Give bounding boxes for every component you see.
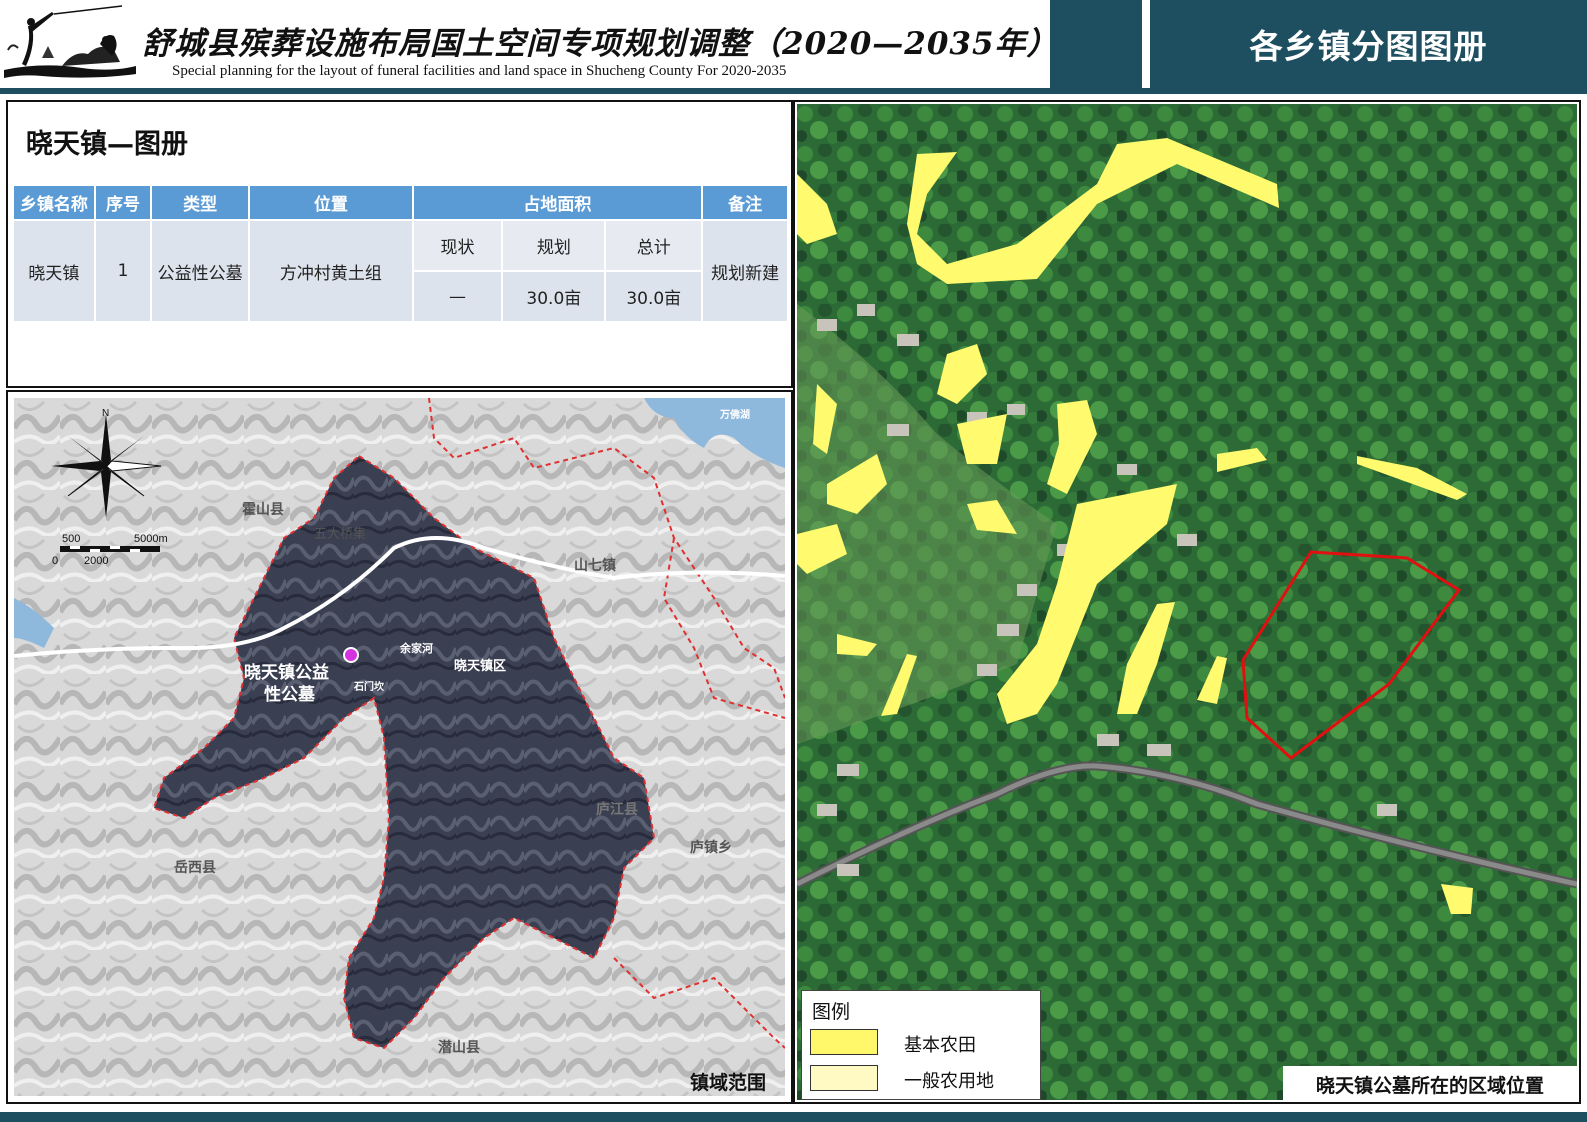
satellite-map-caption: 晓天镇公墓所在的区域位置 bbox=[1283, 1066, 1577, 1102]
header-divider bbox=[0, 88, 1587, 94]
legend-item: 基本农田 bbox=[810, 1027, 1035, 1057]
cemetery-table: 乡镇名称 序号 类型 位置 占地面积 备注 晓天镇 1 公益性公墓 方冲村黄土组… bbox=[12, 184, 789, 323]
label-shimenkan: 石门坎 bbox=[353, 680, 385, 693]
cell-total: 30.0亩 bbox=[606, 272, 702, 321]
label-wuxian: 五大桥集 bbox=[314, 526, 366, 542]
township-map[interactable]: N 500 5000m 0 2000 万佛湖 霍山县 五大桥集 山七镇 余家河 … bbox=[14, 398, 785, 1096]
cell-type: 公益性公墓 bbox=[152, 221, 249, 321]
header-accent-block bbox=[1050, 0, 1142, 88]
legend-swatch-general-farmland bbox=[810, 1065, 878, 1091]
satellite-map[interactable] bbox=[797, 104, 1577, 1100]
svg-text:2000: 2000 bbox=[84, 555, 108, 567]
col-header-note: 备注 bbox=[703, 186, 787, 219]
page-title: 舒城县殡葬设施布局国土空间专项规划调整（2020—2035年） bbox=[142, 26, 1059, 62]
cell-town: 晓天镇 bbox=[14, 221, 94, 321]
header: 舒城县殡葬设施布局国土空间专项规划调整（2020—2035年） Special … bbox=[0, 0, 1587, 94]
cell-note: 规划新建 bbox=[703, 221, 787, 321]
info-panel: 晓天镇—图册 乡镇名称 序号 类型 位置 占地面积 备注 晓天镇 1 公益性公墓… bbox=[6, 100, 793, 388]
cell-planned: 30.0亩 bbox=[503, 272, 605, 321]
map-legend: 图例 基本农田 一般农用地 bbox=[801, 990, 1041, 1100]
cell-current: — bbox=[413, 272, 502, 321]
section-banner: 各乡镇分图图册 bbox=[1150, 0, 1587, 88]
legend-label: 基本农田 bbox=[904, 1035, 976, 1056]
table-row: 晓天镇 1 公益性公墓 方冲村黄土组 现状 规划 总计 规划新建 bbox=[14, 221, 787, 321]
label-lujiang: 庐江县 bbox=[596, 801, 638, 818]
svg-text:500: 500 bbox=[62, 533, 80, 545]
label-shanqi: 山七镇 bbox=[574, 557, 616, 574]
label-cemetery-line1: 晓天镇公益 bbox=[244, 662, 329, 683]
township-map-caption: 镇域范围 bbox=[690, 1072, 767, 1094]
section-banner-label: 各乡镇分图图册 bbox=[1249, 27, 1488, 66]
label-qianshan: 潜山县 bbox=[438, 1039, 480, 1056]
legend-label: 一般农用地 bbox=[904, 1071, 994, 1092]
col-header-town: 乡镇名称 bbox=[14, 186, 94, 219]
subheader-planned: 规划 bbox=[503, 221, 605, 270]
subheader-current: 现状 bbox=[413, 221, 502, 270]
legend-item: 一般农用地 bbox=[810, 1063, 1035, 1093]
satellite-map-panel bbox=[793, 100, 1581, 1104]
footer-divider bbox=[0, 1112, 1587, 1122]
cell-index: 1 bbox=[95, 221, 151, 321]
legend-swatch-basic-farmland bbox=[810, 1029, 878, 1055]
cemetery-marker-icon[interactable] bbox=[343, 647, 359, 663]
svg-text:N: N bbox=[102, 408, 109, 419]
fisherman-logo-icon bbox=[4, 5, 136, 78]
label-town-area: 晓天镇区 bbox=[454, 658, 506, 674]
atlas-title: 晓天镇—图册 bbox=[26, 129, 188, 160]
svg-text:5000m: 5000m bbox=[134, 533, 168, 545]
col-header-location: 位置 bbox=[250, 186, 412, 219]
col-header-type: 类型 bbox=[152, 186, 249, 219]
cell-location: 方冲村黄土组 bbox=[250, 221, 412, 321]
label-yujiahe: 余家河 bbox=[399, 641, 433, 655]
col-header-area: 占地面积 bbox=[413, 186, 702, 219]
label-yuexi: 岳西县 bbox=[174, 859, 216, 876]
table-header-row: 乡镇名称 序号 类型 位置 占地面积 备注 bbox=[14, 186, 787, 219]
label-cemetery-line2: 性公墓 bbox=[264, 684, 316, 705]
col-header-index: 序号 bbox=[95, 186, 151, 219]
township-map-panel: N 500 5000m 0 2000 万佛湖 霍山县 五大桥集 山七镇 余家河 … bbox=[6, 390, 793, 1104]
page-subtitle-en: Special planning for the layout of funer… bbox=[172, 63, 787, 79]
legend-title: 图例 bbox=[812, 1001, 851, 1023]
header-title-area: 舒城县殡葬设施布局国土空间专项规划调整（2020—2035年） Special … bbox=[0, 0, 1058, 88]
label-wanfohu: 万佛湖 bbox=[719, 408, 750, 421]
svg-text:0: 0 bbox=[52, 555, 58, 567]
label-huoshan: 霍山县 bbox=[242, 501, 284, 518]
label-luzhen: 庐镇乡 bbox=[690, 839, 732, 856]
subheader-total: 总计 bbox=[606, 221, 702, 270]
